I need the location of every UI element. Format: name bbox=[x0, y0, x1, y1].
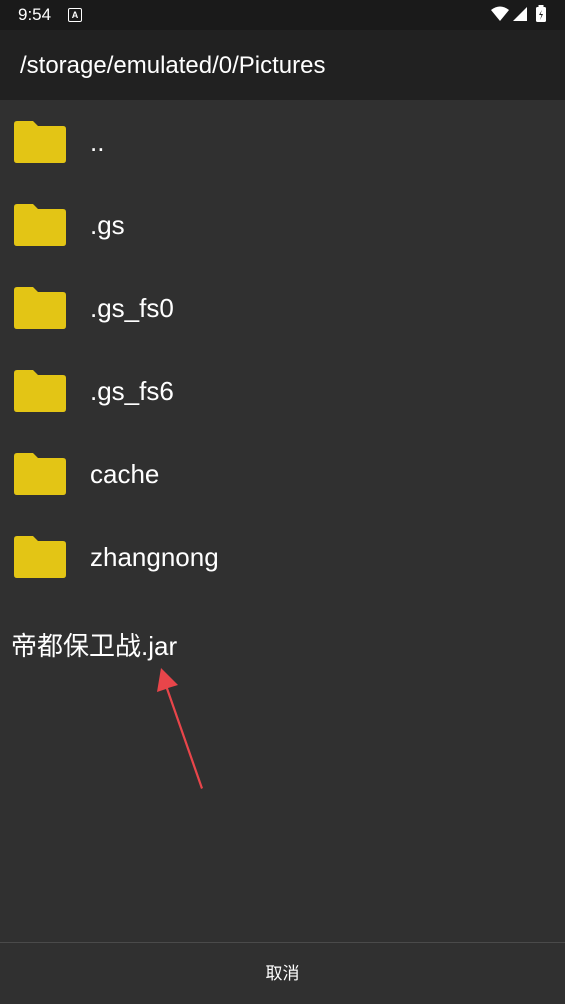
folder-item-parent[interactable]: .. bbox=[0, 100, 565, 183]
current-path: /storage/emulated/0/Pictures bbox=[20, 52, 326, 79]
status-icons bbox=[491, 5, 549, 25]
file-picker-screen: 9:54 A /storage/emulated/0/Pictures .. .… bbox=[0, 0, 565, 1004]
folder-item-gs[interactable]: .gs bbox=[0, 183, 565, 266]
folder-icon bbox=[14, 536, 66, 578]
folder-item-zhangnong[interactable]: zhangnong bbox=[0, 515, 565, 598]
status-bar: 9:54 A bbox=[0, 0, 565, 30]
cancel-button[interactable]: 取消 bbox=[0, 943, 565, 1004]
folder-item-gs-fs0[interactable]: .gs_fs0 bbox=[0, 266, 565, 349]
folder-item-gs-fs6[interactable]: .gs_fs6 bbox=[0, 349, 565, 432]
file-item-jar[interactable]: 帝都保卫战.jar bbox=[0, 614, 565, 672]
status-time: 9:54 bbox=[18, 5, 52, 24]
folder-label: .gs_fs6 bbox=[90, 376, 174, 406]
folder-label: .gs bbox=[90, 210, 125, 240]
folder-label: cache bbox=[90, 459, 160, 489]
folder-icon bbox=[14, 121, 66, 163]
file-label: 帝都保卫战.jar bbox=[11, 631, 178, 661]
folder-icon bbox=[14, 370, 66, 412]
folder-icon bbox=[14, 453, 66, 495]
folder-icon bbox=[14, 204, 66, 246]
file-list: .. .gs .gs_fs0 .gs_fs6 cache zhangnong bbox=[0, 100, 565, 598]
wifi-signal-battery-icons bbox=[491, 5, 546, 22]
path-header: /storage/emulated/0/Pictures bbox=[0, 30, 565, 100]
folder-label: zhangnong bbox=[90, 542, 219, 572]
a-notification-icon: A bbox=[68, 8, 82, 22]
folder-label: .. bbox=[90, 127, 105, 157]
folder-item-cache[interactable]: cache bbox=[0, 432, 565, 515]
folder-icon bbox=[14, 287, 66, 329]
folder-label: .gs_fs0 bbox=[90, 293, 174, 323]
